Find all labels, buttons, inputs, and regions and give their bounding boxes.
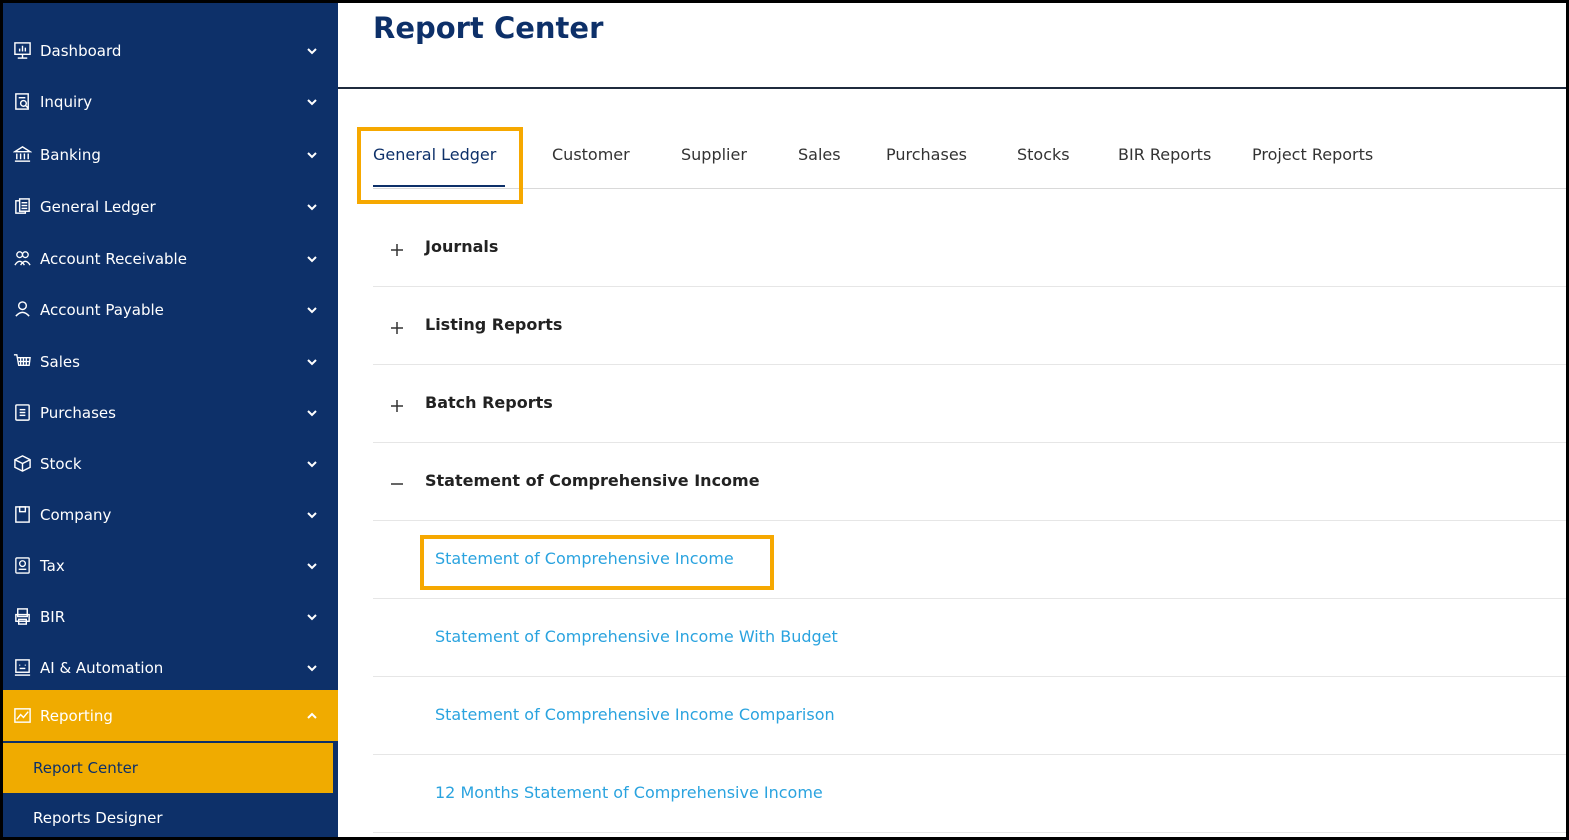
tab-purchases[interactable]: Purchases [886,145,967,164]
sidebar-item-label: AI & Automation [40,658,164,677]
section-statement-of-comprehensive-income[interactable]: Statement of Comprehensive Income [373,443,1566,521]
chevron-down-icon [306,304,318,316]
report-item: 12 Months Statement of Comprehensive Inc… [373,755,1566,833]
sidebar-item-label: Stock [40,454,82,473]
report-item: Statement of Comprehensive Income With B… [373,599,1566,677]
sidebar-item-account-payable[interactable]: Account Payable [3,284,338,335]
sidebar-item-inquiry[interactable]: Inquiry [3,76,338,127]
payable-icon [12,300,32,320]
report-link-12-months[interactable]: 12 Months Statement of Comprehensive Inc… [435,783,823,802]
chevron-up-icon [306,710,318,722]
collapse-icon [391,475,403,487]
sidebar-item-ai-automation[interactable]: AI & Automation [3,642,338,693]
active-tab-indicator [373,185,505,187]
sidebar-subitem-report-center[interactable]: Report Center [3,743,333,793]
report-link-comparison[interactable]: Statement of Comprehensive Income Compar… [435,705,835,724]
sidebar-item-label: Purchases [40,403,116,422]
sidebar-item-label: Inquiry [40,92,93,111]
tab-project-reports[interactable]: Project Reports [1252,145,1373,164]
dashboard-icon [12,41,32,61]
chevron-down-icon [306,560,318,572]
section-title: Journals [425,237,499,256]
section-listing-reports[interactable]: Listing Reports [373,287,1566,365]
sidebar-item-label: Sales [40,352,80,371]
bank-icon [12,145,32,165]
chevron-down-icon [306,458,318,470]
sidebar-item-company[interactable]: Company [3,489,338,540]
chevron-down-icon [306,662,318,674]
section-title: Listing Reports [425,315,563,334]
report-list: Journals Listing Reports Batch Reports S… [373,209,1566,837]
sidebar-item-label: Account Payable [40,300,164,319]
expand-icon [391,319,403,334]
tab-stocks[interactable]: Stocks [1017,145,1070,164]
company-icon [12,505,32,525]
section-title: Statement of Comprehensive Income [425,471,760,490]
inquiry-icon [12,92,32,112]
sidebar-item-label: Account Receivable [40,249,187,268]
sidebar-item-account-receivable[interactable]: Account Receivable [3,233,338,284]
chevron-down-icon [306,45,318,57]
tab-customer[interactable]: Customer [552,145,630,164]
chevron-down-icon [306,201,318,213]
report-item: Statement of Comprehensive Income Compar… [373,677,1566,755]
section-title: Batch Reports [425,393,553,412]
expand-icon [391,241,403,256]
chevron-down-icon [306,407,318,419]
expand-icon [391,397,403,412]
ledger-icon [12,197,32,217]
report-item: Statement of Comprehensive Income [373,521,1566,599]
chevron-down-icon [306,611,318,623]
sidebar-subitem-reports-designer[interactable]: Reports Designer [3,793,333,837]
tax-icon [12,556,32,576]
sidebar-item-general-ledger[interactable]: General Ledger [3,181,338,232]
sidebar-item-label: Dashboard [40,41,122,60]
sidebar-item-label: Tax [40,556,65,575]
chevron-down-icon [306,509,318,521]
header-divider [338,87,1566,89]
main-content: Report Center General Ledger Customer Su… [338,3,1566,837]
receivable-icon [12,249,32,269]
chart-icon [12,706,32,726]
sidebar-item-label: BIR [40,607,66,626]
section-batch-reports[interactable]: Batch Reports [373,365,1566,443]
report-link-with-budget[interactable]: Statement of Comprehensive Income With B… [435,627,838,646]
sidebar-item-tax[interactable]: Tax [3,540,338,591]
sidebar-item-reporting[interactable]: Reporting [3,690,338,741]
ai-icon [12,658,32,678]
sidebar-subitem-label: Reports Designer [33,809,163,827]
chevron-down-icon [306,253,318,265]
chevron-down-icon [306,96,318,108]
bir-icon [12,607,32,627]
sidebar-item-dashboard[interactable]: Dashboard [3,25,338,76]
report-tabs: General Ledger Customer Supplier Sales P… [373,133,1566,189]
sidebar-item-bir[interactable]: BIR [3,591,338,642]
purchases-icon [12,403,32,423]
sidebar-item-label: Banking [40,145,101,164]
section-journals[interactable]: Journals [373,209,1566,287]
box-icon [12,454,32,474]
page-title: Report Center [373,11,604,45]
sidebar-item-label: General Ledger [40,197,156,216]
sidebar-item-sales[interactable]: Sales [3,336,338,387]
tab-bir-reports[interactable]: BIR Reports [1118,145,1211,164]
tab-sales[interactable]: Sales [798,145,841,164]
tab-general-ledger[interactable]: General Ledger [373,145,496,164]
chevron-down-icon [306,149,318,161]
sidebar-item-banking[interactable]: Banking [3,129,338,180]
tab-supplier[interactable]: Supplier [681,145,747,164]
app-window: Dashboard Inquiry Banking General Ledger [3,3,1566,837]
cart-icon [12,352,32,372]
sidebar-subitem-label: Report Center [33,759,138,777]
sidebar-item-label: Reporting [40,706,113,725]
report-link-statement-of-comprehensive-income[interactable]: Statement of Comprehensive Income [435,549,734,568]
sidebar: Dashboard Inquiry Banking General Ledger [3,3,338,837]
chevron-down-icon [306,356,318,368]
sidebar-item-purchases[interactable]: Purchases [3,387,338,438]
sidebar-item-label: Company [40,505,112,524]
sidebar-item-stock[interactable]: Stock [3,438,338,489]
